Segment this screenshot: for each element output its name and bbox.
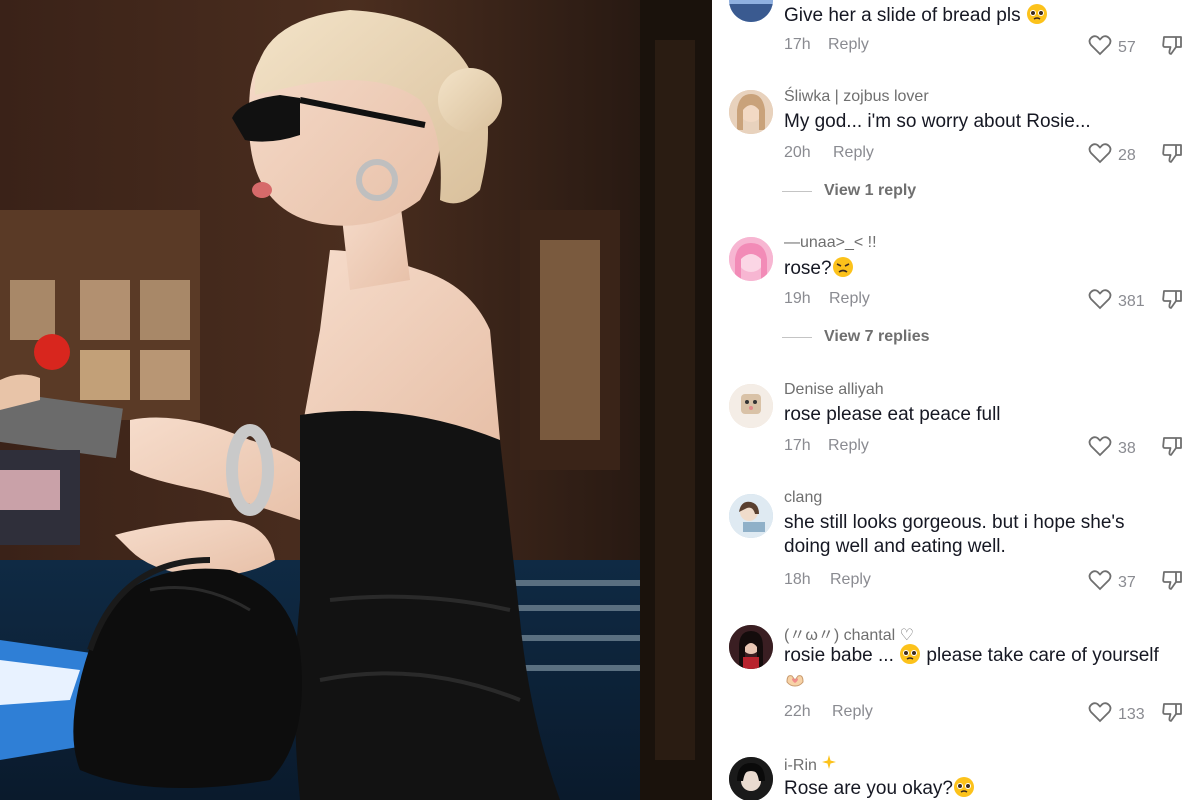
thumbs-down-outline-icon xyxy=(1160,36,1184,61)
pleading-face-icon xyxy=(899,643,921,665)
reply-button[interactable]: Reply xyxy=(829,290,870,308)
comment-text: My god... i'm so worry about Rosie... xyxy=(784,111,1091,132)
comment-text: rose? xyxy=(784,256,1180,281)
reply-button[interactable]: Reply xyxy=(832,703,873,721)
reply-button[interactable]: Reply xyxy=(833,144,874,162)
like-count: 133 xyxy=(1118,705,1145,723)
comment-meta: 17h xyxy=(784,36,811,54)
view-replies-button[interactable]: View 7 replies xyxy=(782,328,930,346)
heart-outline-icon xyxy=(1088,34,1112,61)
timestamp: 17h xyxy=(784,437,811,454)
sparkles-icon xyxy=(817,755,837,774)
like-button[interactable]: 38 xyxy=(1088,435,1136,462)
divider xyxy=(782,336,812,338)
comment-text-line: she still looks gorgeous. but i hope she… xyxy=(784,512,1125,533)
avatar[interactable] xyxy=(729,625,773,669)
comments-panel: Give her a slide of bread pls 17h Reply … xyxy=(712,0,1200,800)
like-button[interactable]: 28 xyxy=(1088,142,1136,169)
avatar[interactable] xyxy=(729,384,773,428)
avatar[interactable] xyxy=(729,0,773,22)
heart-outline-icon xyxy=(1088,142,1112,169)
dislike-button[interactable] xyxy=(1160,568,1184,592)
heart-outline-icon xyxy=(1088,435,1112,462)
dislike-button[interactable] xyxy=(1160,141,1184,165)
avatar[interactable] xyxy=(729,90,773,134)
comment-meta: 17h xyxy=(784,437,811,455)
view-replies-button[interactable]: View 1 reply xyxy=(782,182,916,200)
reply-button[interactable]: Reply xyxy=(828,36,869,54)
heart-outline-icon xyxy=(1088,569,1112,596)
reply-button[interactable]: Reply xyxy=(830,571,871,589)
comment-text: rosie babe ... please take care of yours… xyxy=(784,643,1180,693)
comment-meta: 19h xyxy=(784,290,811,308)
dislike-button[interactable] xyxy=(1160,287,1184,311)
timestamp: 18h xyxy=(784,571,811,588)
comment-username[interactable]: clang xyxy=(784,489,822,507)
persevering-face-icon xyxy=(832,256,854,278)
thumbs-down-outline-icon xyxy=(1160,571,1184,596)
like-count: 28 xyxy=(1118,146,1136,164)
comment-text: Rose are you okay? xyxy=(784,776,1180,800)
post-photo xyxy=(0,0,712,800)
comment-username[interactable]: Denise alliyah xyxy=(784,381,884,399)
timestamp: 22h xyxy=(784,703,811,720)
timestamp: 19h xyxy=(784,290,811,307)
pleading-face-icon xyxy=(953,776,975,798)
like-button[interactable]: 57 xyxy=(1088,34,1136,61)
avatar[interactable] xyxy=(729,237,773,281)
like-count: 381 xyxy=(1118,292,1145,310)
heart-hands-icon xyxy=(784,668,806,690)
dislike-button[interactable] xyxy=(1160,434,1184,458)
thumbs-down-outline-icon xyxy=(1160,703,1184,728)
like-count: 57 xyxy=(1118,38,1136,56)
like-count: 37 xyxy=(1118,573,1136,591)
timestamp: 17h xyxy=(784,36,811,53)
like-button[interactable]: 381 xyxy=(1088,288,1145,315)
avatar[interactable] xyxy=(729,757,773,800)
like-button[interactable]: 133 xyxy=(1088,701,1145,728)
thumbs-down-outline-icon xyxy=(1160,437,1184,462)
comment-username[interactable]: —unaa>_< !! xyxy=(784,234,877,252)
comment-text: Give her a slide of bread pls xyxy=(784,3,1180,28)
comment-meta: 18h xyxy=(784,571,811,589)
comment-text: she still looks gorgeous. but i hope she… xyxy=(784,511,1180,559)
avatar[interactable] xyxy=(729,494,773,538)
thumbs-down-outline-icon xyxy=(1160,290,1184,315)
timestamp: 20h xyxy=(784,144,811,161)
view-replies-label: View 1 reply xyxy=(824,182,917,199)
like-button[interactable]: 37 xyxy=(1088,569,1136,596)
pleading-face-icon xyxy=(1026,3,1048,25)
dislike-button[interactable] xyxy=(1160,33,1184,57)
dislike-button[interactable] xyxy=(1160,700,1184,724)
comment-meta: 22h xyxy=(784,703,811,721)
comment-username[interactable]: i-Rin xyxy=(784,754,837,775)
heart-outline-icon xyxy=(1088,288,1112,315)
comment-text-line: doing well and eating well. xyxy=(784,536,1006,557)
divider xyxy=(782,190,812,192)
reply-button[interactable]: Reply xyxy=(828,437,869,455)
comment-username[interactable]: (〃ω〃) chantal ♡ xyxy=(784,621,914,645)
heart-outline-icon xyxy=(1088,701,1112,728)
view-replies-label: View 7 replies xyxy=(824,328,930,345)
comment-username[interactable]: Śliwka | zojbus lover xyxy=(784,88,929,106)
comment-meta: 20h xyxy=(784,144,811,162)
thumbs-down-outline-icon xyxy=(1160,144,1184,169)
comment-text: rose please eat peace full xyxy=(784,404,1001,425)
like-count: 38 xyxy=(1118,439,1136,457)
